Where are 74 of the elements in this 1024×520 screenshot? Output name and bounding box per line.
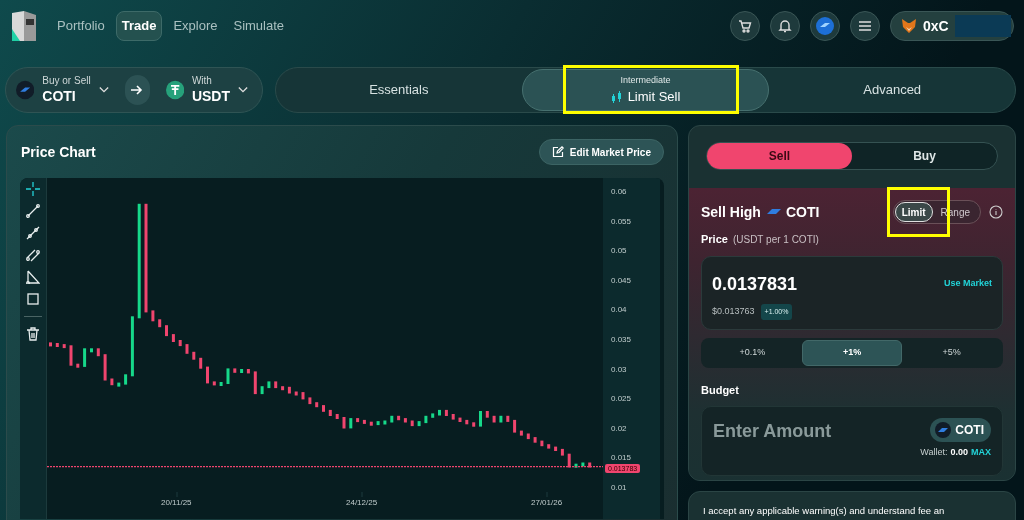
wallet-button[interactable]: 0xC [890, 11, 1014, 41]
axis-label: 0.03 [611, 365, 627, 374]
axis-label: 0.045 [611, 276, 632, 285]
axis-label: 0.025 [611, 395, 632, 404]
bell-icon [778, 19, 792, 33]
price-value: 0.0137831 [712, 272, 798, 296]
candles-icon [610, 89, 623, 104]
side-tab[interactable]: Sell [707, 143, 852, 169]
crosshair-icon[interactable] [26, 182, 40, 196]
chevron-down-icon[interactable] [238, 86, 248, 94]
swap-arrow-button[interactable] [124, 75, 150, 105]
side-tab[interactable]: Buy [852, 143, 997, 169]
mode-tab[interactable]: Advanced [769, 69, 1015, 111]
order-type-tab[interactable]: Limit [894, 202, 933, 222]
price-unit: (USDT per 1 COTI) [732, 233, 819, 247]
axis-label: 0.05 [611, 247, 627, 256]
usd-price: $0.013763 [712, 305, 755, 318]
token-name: COTI [785, 202, 820, 222]
budget-label: Budget [701, 382, 740, 398]
token-caption: With [191, 75, 213, 88]
token-chip[interactable]: COTI [930, 418, 991, 442]
line-tool-icon[interactable] [26, 204, 40, 218]
menu-icon [859, 21, 871, 31]
max-link[interactable]: MAX [971, 446, 991, 460]
axis-label: 27/01/26 [531, 497, 563, 509]
axis-label: 24/12/25 [346, 497, 378, 509]
mode-tab[interactable]: Essentials [276, 69, 522, 111]
axis-label: 20/11/25 [161, 497, 192, 509]
wallet-balance: 0.00 [950, 446, 968, 459]
rectangle-tool-icon[interactable] [26, 292, 40, 306]
logo-icon[interactable] [10, 9, 38, 43]
nav-tab[interactable]: Simulate [228, 11, 290, 41]
order-heading: Sell High [701, 202, 761, 222]
axis-label: 0.055 [611, 217, 632, 226]
chart-title: Price Chart [20, 142, 96, 162]
step-option[interactable]: +0.1% [703, 339, 802, 366]
angle-tool-icon[interactable] [26, 270, 40, 284]
info-icon[interactable] [989, 205, 1003, 219]
axis-label: 0.035 [611, 336, 632, 344]
cart-icon [738, 19, 752, 33]
pair-selector[interactable]: Buy or Sell COTI With USDT [5, 67, 263, 113]
axis-label: 0.02 [611, 424, 627, 433]
axis-label: 0.015 [611, 454, 632, 463]
nav-tab[interactable]: Explore [168, 11, 223, 41]
token-icon [816, 17, 834, 35]
fox-icon [901, 19, 917, 33]
edit-icon [551, 146, 564, 158]
chevron-down-icon[interactable] [98, 86, 109, 94]
mode-tab[interactable]: Intermediate Limit Sell [521, 69, 770, 111]
axis-label: 0.01 [611, 484, 627, 492]
arrow-right-icon [131, 85, 144, 95]
step-option[interactable]: +1% [801, 339, 903, 366]
token-name: COTI [42, 87, 77, 105]
axis-label: 0.06 [611, 188, 627, 196]
ray-tool-icon[interactable] [26, 226, 40, 240]
amount-field[interactable]: Enter Amount COTI Wallet: 0.00 MAX [701, 406, 1003, 476]
nav-tab[interactable]: Portfolio [52, 11, 110, 41]
token-name: USDT [191, 87, 230, 105]
price-label: Price [701, 232, 728, 247]
use-market-link[interactable]: Use Market [943, 277, 992, 291]
coti-icon [766, 208, 781, 216]
redacted-block [954, 15, 1011, 37]
usdt-icon [165, 79, 184, 101]
axis-label: 0.04 [611, 306, 627, 315]
wallet-label: Wallet: [920, 446, 948, 459]
edit-market-price-button[interactable]: Edit Market Price [538, 139, 664, 165]
nav-tab[interactable]: Trade [115, 11, 163, 41]
token-caption: Buy or Sell [42, 75, 91, 88]
disclaimer-text: I accept any applicable warning(s) and understand fee an [703, 505, 945, 516]
trash-icon[interactable] [26, 327, 40, 341]
coti-icon [935, 422, 952, 438]
parallel-tool-icon[interactable] [26, 248, 40, 262]
coti-icon [16, 79, 35, 101]
step-option[interactable]: +5% [902, 339, 1001, 366]
